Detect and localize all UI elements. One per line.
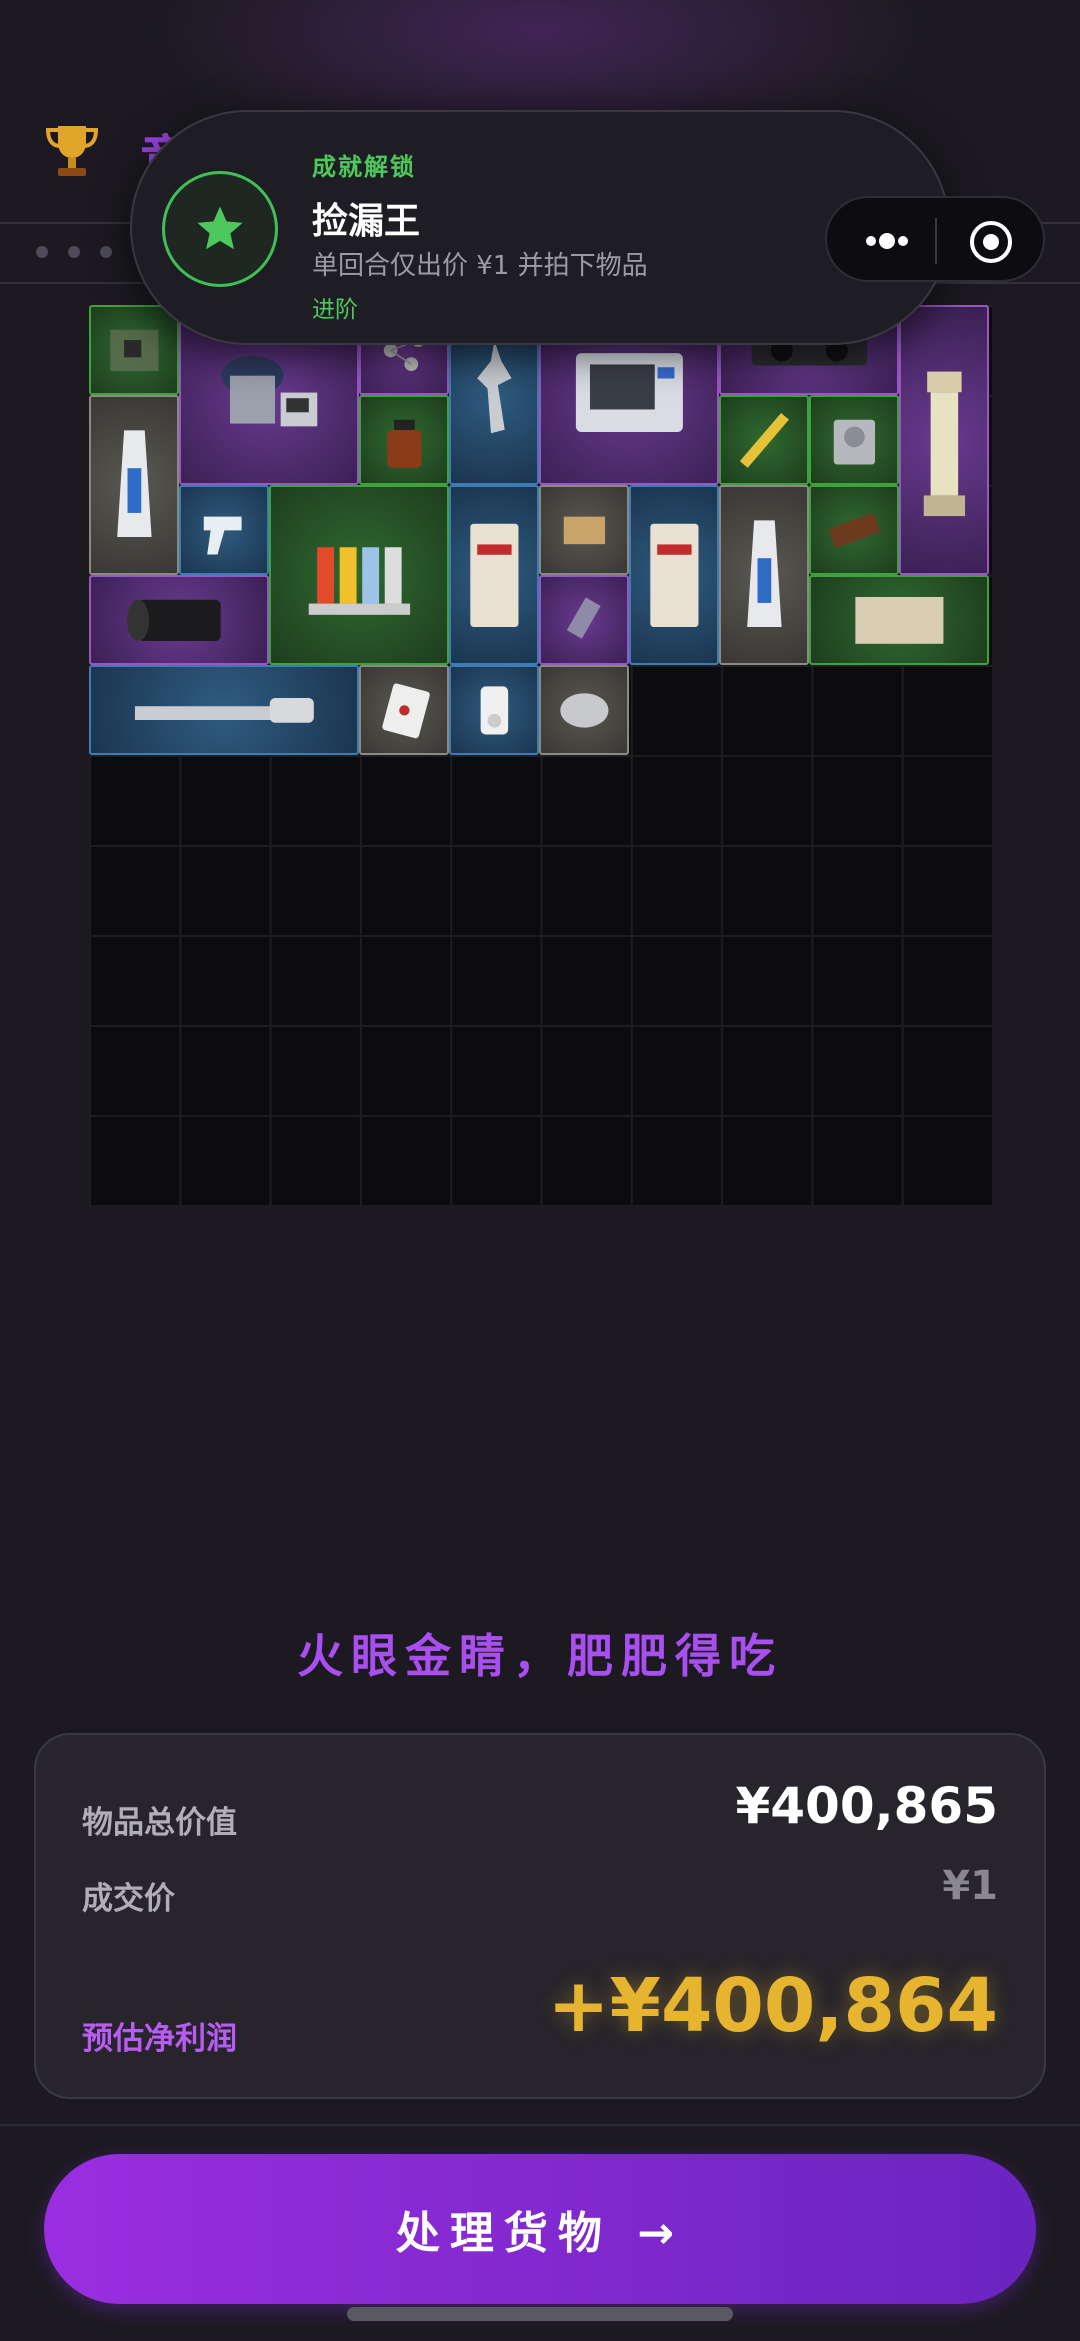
trophy-icon: [45, 126, 99, 176]
item-ram-stick[interactable]: [539, 575, 629, 665]
total-value: ¥400,865: [735, 1777, 998, 1835]
net-profit-value: +¥400,864: [547, 1963, 998, 2049]
item-toothpaste-2[interactable]: [719, 485, 809, 665]
item-amber-bottle[interactable]: [359, 395, 449, 485]
item-circuit-board[interactable]: [89, 305, 179, 395]
deal-price-value: ¥1: [942, 1863, 998, 1909]
item-spice-rack[interactable]: [269, 485, 449, 665]
item-confidential-clipboard-2[interactable]: [629, 485, 719, 665]
item-confidential-clipboard[interactable]: [449, 485, 539, 665]
achievement-tier: 进阶: [312, 297, 358, 323]
more-dots-icon[interactable]: [857, 223, 917, 259]
item-chocolate-bar[interactable]: [809, 485, 899, 575]
item-hand-saw[interactable]: [89, 665, 359, 755]
item-mp3-player[interactable]: [449, 665, 539, 755]
item-matchbox[interactable]: [539, 485, 629, 575]
item-computer-mouse[interactable]: [539, 665, 629, 755]
star-icon: [197, 206, 243, 250]
achievement-badge: [162, 171, 278, 287]
process-goods-button[interactable]: 处理货物 →: [44, 2154, 1036, 2304]
item-brass-lantern[interactable]: [899, 305, 989, 575]
page-dot: [68, 246, 80, 258]
achievement-description: 单回合仅出价 ¥1 并拍下物品: [312, 251, 648, 281]
slogan: 火眼金睛，肥肥得吃: [297, 1629, 783, 1683]
inventory-grid: [89, 305, 992, 1205]
item-playing-card[interactable]: [359, 665, 449, 755]
achievement-title: 捡漏王: [312, 201, 421, 242]
achievement-kicker: 成就解锁: [312, 153, 416, 181]
item-camera-lens[interactable]: [89, 575, 269, 665]
home-indicator[interactable]: [347, 2307, 733, 2321]
divider: [0, 2124, 1080, 2126]
item-hard-drive[interactable]: [809, 395, 899, 485]
mini-program-capsule: [825, 196, 1045, 282]
net-profit-label: 预估净利润: [82, 2021, 237, 2057]
total-value-label: 物品总价值: [82, 1805, 237, 1841]
capsule-separator: [935, 218, 937, 264]
item-thermometer-gun[interactable]: [179, 485, 269, 575]
item-multimeter-pen[interactable]: [719, 395, 809, 485]
deal-price-label: 成交价: [82, 1881, 175, 1917]
item-toothpaste[interactable]: [89, 395, 179, 575]
close-target-icon[interactable]: [967, 218, 1015, 266]
page-dot: [36, 246, 48, 258]
page-dots: [36, 246, 112, 258]
profit-summary-card: 物品总价值 ¥400,865 成交价 ¥1 预估净利润 +¥400,864: [34, 1733, 1046, 2099]
page-dot: [100, 246, 112, 258]
item-old-map[interactable]: [809, 575, 989, 665]
